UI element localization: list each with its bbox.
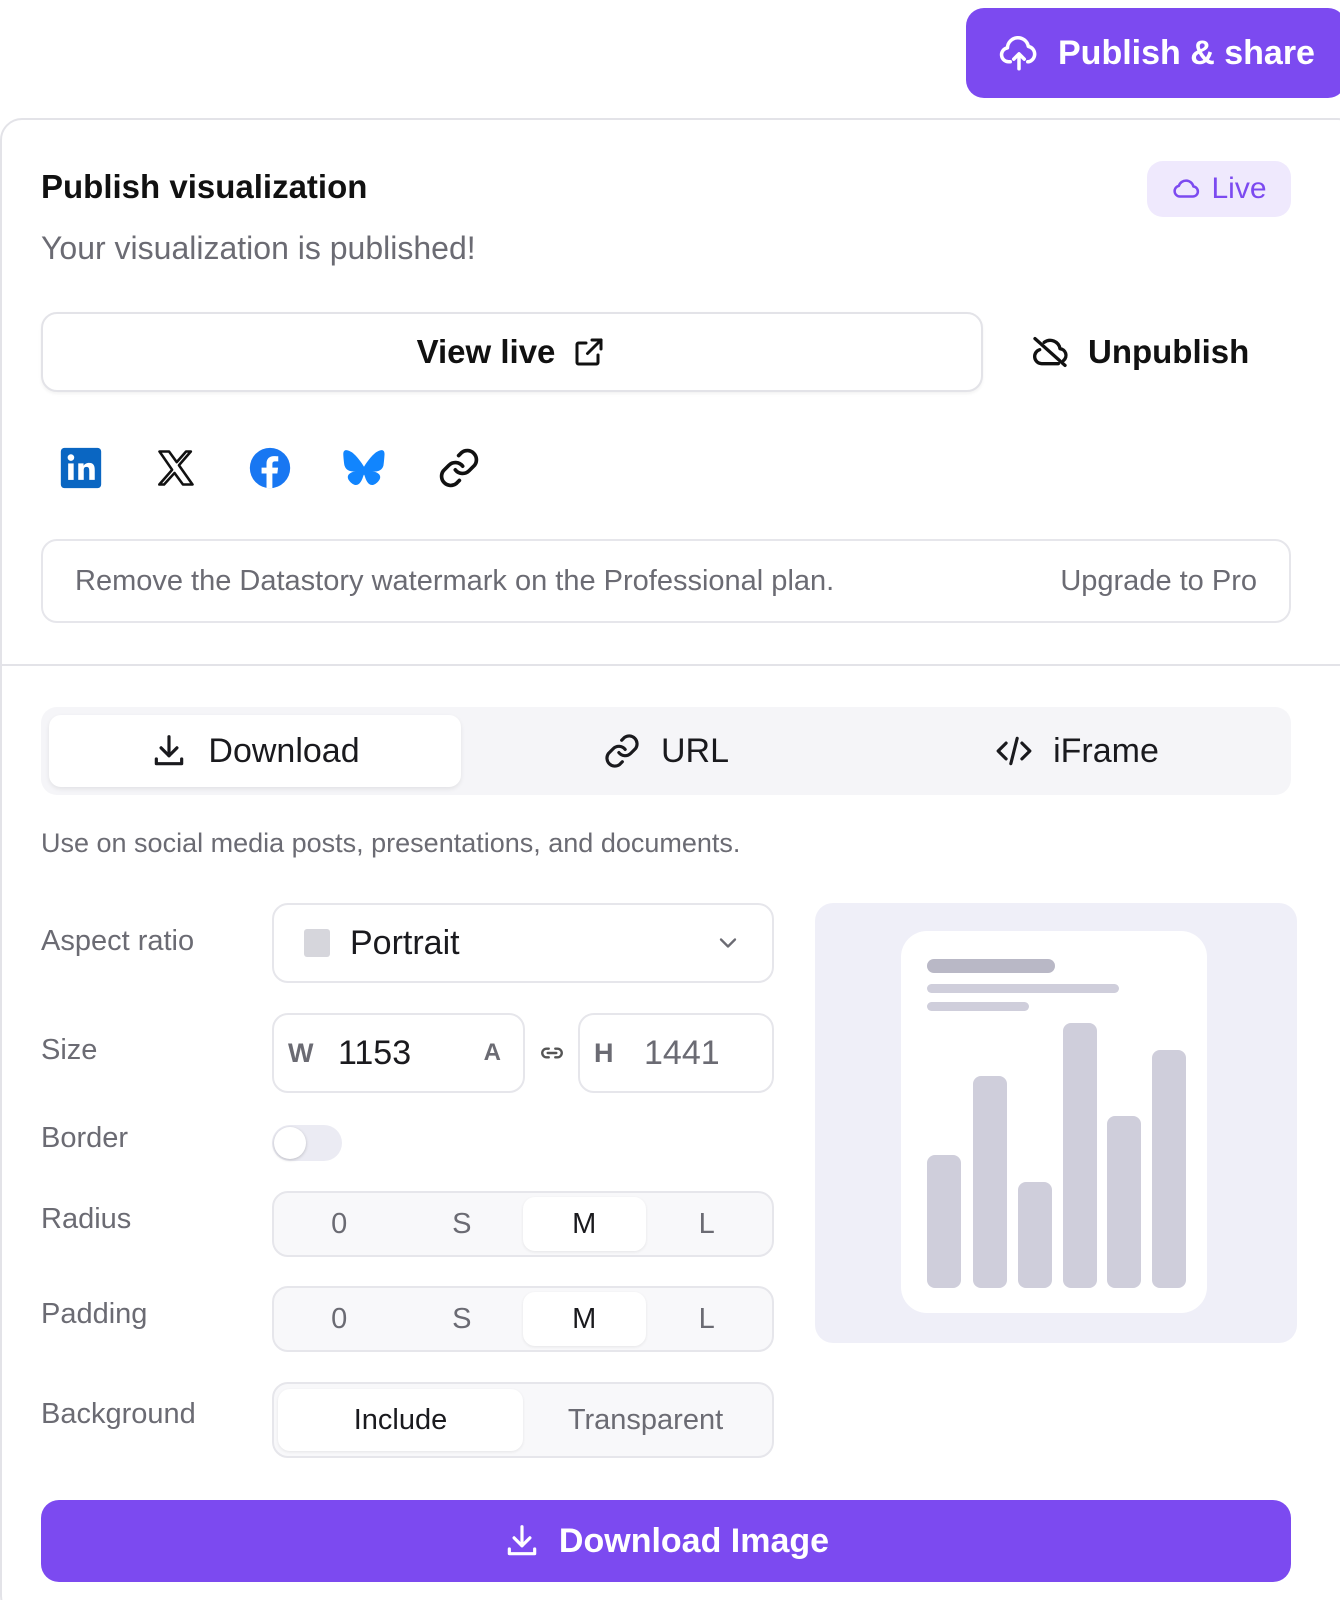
height-field[interactable]: H 1441 xyxy=(578,1013,774,1093)
watermark-notice: Remove the Datastory watermark on the Pr… xyxy=(41,539,1291,623)
width-prefix: W xyxy=(288,1037,314,1068)
preview-bar xyxy=(973,1076,1007,1288)
radius-option-0[interactable]: 0 xyxy=(278,1197,401,1251)
padding-option-m[interactable]: M xyxy=(523,1292,646,1346)
cloud-icon xyxy=(1173,179,1200,198)
download-description: Use on social media posts, presentations… xyxy=(41,828,741,858)
aspect-ratio-label: Aspect ratio xyxy=(41,925,195,957)
background-label: Background xyxy=(41,1398,196,1430)
watermark-text: Remove the Datastory watermark on the Pr… xyxy=(75,564,835,597)
download-icon xyxy=(507,1525,537,1556)
share-copy-link[interactable] xyxy=(437,446,481,490)
view-live-button[interactable]: View live xyxy=(41,312,983,392)
border-toggle[interactable] xyxy=(272,1125,342,1161)
portrait-swatch-icon xyxy=(304,929,330,957)
view-live-label: View live xyxy=(416,333,556,370)
padding-segmented-control: 0 S M L xyxy=(272,1286,774,1352)
publish-status-text: Your visualization is published! xyxy=(41,230,476,266)
share-linkedin[interactable] xyxy=(59,446,103,490)
radius-option-s[interactable]: S xyxy=(401,1197,524,1251)
tab-download[interactable]: Download xyxy=(49,715,461,787)
export-tabs: Download URL iFrame xyxy=(41,707,1291,795)
tab-iframe[interactable]: iFrame xyxy=(871,715,1283,787)
preview-bar xyxy=(927,1155,961,1288)
x-icon xyxy=(158,450,194,486)
background-segmented-control: Include Transparent xyxy=(272,1382,774,1458)
publish-share-label: Publish & share xyxy=(1058,33,1315,72)
auto-size-indicator[interactable]: A xyxy=(484,1039,501,1067)
section-divider xyxy=(0,664,1340,666)
height-prefix: H xyxy=(594,1037,614,1068)
padding-option-l[interactable]: L xyxy=(646,1292,769,1346)
panel-title: Publish visualization xyxy=(41,168,368,205)
download-image-button[interactable]: Download Image xyxy=(41,1500,1291,1582)
linkedin-icon xyxy=(60,447,102,489)
preview-bar xyxy=(1107,1116,1141,1288)
size-label: Size xyxy=(41,1034,98,1066)
tab-iframe-label: iFrame xyxy=(1053,731,1159,770)
download-image-label: Download Image xyxy=(558,1521,830,1560)
radius-option-m[interactable]: M xyxy=(523,1197,646,1251)
background-option-include[interactable]: Include xyxy=(278,1389,523,1451)
cloud-upload-icon xyxy=(999,35,1037,71)
share-bluesky[interactable] xyxy=(342,446,386,490)
padding-option-s[interactable]: S xyxy=(401,1292,524,1346)
live-badge: Live xyxy=(1147,161,1291,217)
radius-option-l[interactable]: L xyxy=(646,1197,769,1251)
upgrade-to-pro-link[interactable]: Upgrade to Pro xyxy=(1060,565,1257,598)
padding-option-0[interactable]: 0 xyxy=(278,1292,401,1346)
preview-bar xyxy=(1018,1182,1052,1288)
tab-url[interactable]: URL xyxy=(460,715,872,787)
unpublish-label: Unpublish xyxy=(1088,333,1250,370)
publish-share-button[interactable]: Publish & share xyxy=(966,8,1340,98)
preview-bar xyxy=(1152,1050,1186,1288)
link-icon xyxy=(605,734,639,768)
radius-segmented-control: 0 S M L xyxy=(272,1191,774,1257)
background-option-transparent[interactable]: Transparent xyxy=(523,1389,768,1451)
width-value[interactable]: 1153 xyxy=(338,1034,484,1073)
share-x[interactable] xyxy=(154,446,198,490)
cloud-off-icon xyxy=(1033,337,1068,367)
width-field[interactable]: W 1153 A xyxy=(272,1013,525,1093)
chevron-down-icon xyxy=(719,938,737,948)
download-icon xyxy=(155,735,184,766)
code-icon xyxy=(996,736,1032,766)
link-dimensions-icon[interactable] xyxy=(539,1040,565,1066)
share-facebook[interactable] xyxy=(248,446,292,490)
border-toggle-knob xyxy=(274,1127,306,1159)
aspect-ratio-value: Portrait xyxy=(350,923,460,962)
external-link-icon xyxy=(575,338,603,366)
tab-download-label: Download xyxy=(208,731,360,770)
aspect-ratio-select[interactable]: Portrait xyxy=(272,903,774,983)
chart-preview-illustration xyxy=(901,931,1207,1313)
height-value[interactable]: 1441 xyxy=(644,1034,758,1073)
unpublish-button[interactable]: Unpublish xyxy=(1030,322,1249,382)
tab-url-label: URL xyxy=(660,731,730,770)
link-icon xyxy=(439,448,479,488)
export-preview xyxy=(815,903,1297,1343)
radius-label: Radius xyxy=(41,1203,132,1235)
bluesky-icon xyxy=(343,450,385,486)
preview-bar xyxy=(1063,1023,1097,1288)
live-badge-label: Live xyxy=(1211,172,1267,205)
facebook-icon xyxy=(249,447,291,489)
border-label: Border xyxy=(41,1122,129,1154)
padding-label: Padding xyxy=(41,1298,148,1330)
